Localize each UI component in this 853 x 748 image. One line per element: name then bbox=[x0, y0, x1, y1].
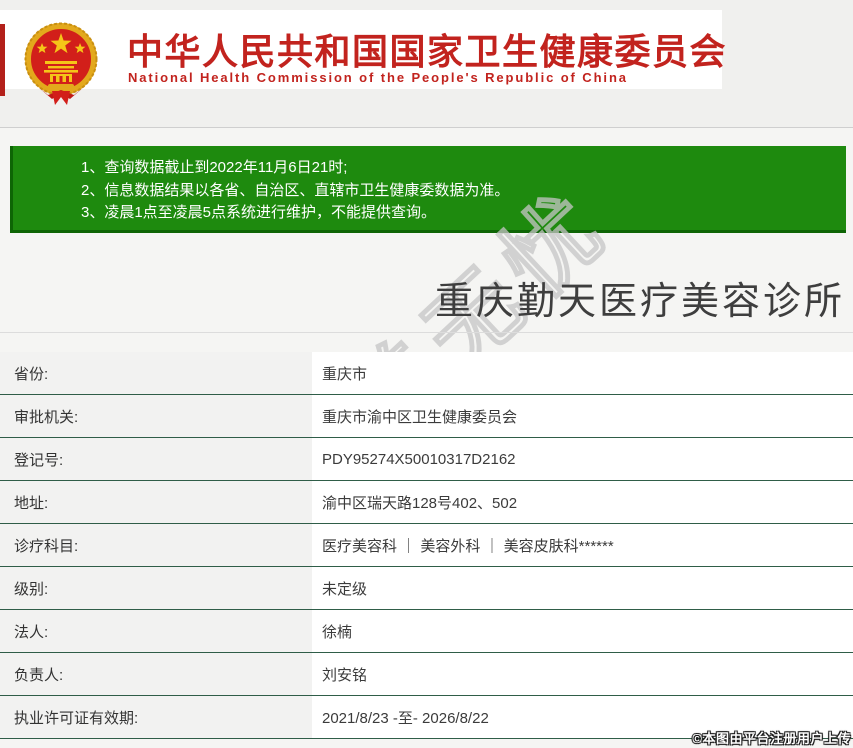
upload-credit-watermark: ©本图由平台注册用户上传 bbox=[692, 731, 851, 746]
site-title-en: National Health Commission of the People… bbox=[128, 70, 628, 85]
notice-line-3: 3、凌晨1点至凌晨5点系统进行维护，不能提供查询。 bbox=[81, 204, 437, 221]
field-label: 执业许可证有效期: bbox=[0, 696, 312, 738]
field-value: 重庆市渝中区卫生健康委员会 bbox=[312, 395, 853, 437]
field-value: 徐楠 bbox=[312, 610, 853, 652]
national-emblem-icon bbox=[8, 21, 114, 105]
field-value: 医疗美容科 ｜ 美容外科 ｜ 美容皮肤科****** bbox=[312, 524, 853, 566]
field-label: 诊疗科目: bbox=[0, 524, 312, 566]
field-value: PDY95274X50010317D2162 bbox=[312, 438, 853, 480]
notice-line-1: 1、查询数据截止到2022年11月6日21时; bbox=[81, 159, 348, 176]
field-label: 负责人: bbox=[0, 653, 312, 695]
field-label: 省份: bbox=[0, 352, 312, 394]
table-row-grade: 级别: 未定级 bbox=[0, 567, 853, 610]
table-row-legal-person: 法人: 徐楠 bbox=[0, 610, 853, 653]
institution-name-title: 重庆勤天医疗美容诊所 bbox=[434, 281, 845, 323]
notice-box: 1、查询数据截止到2022年11月6日21时; 2、信息数据结果以各省、自治区、… bbox=[10, 146, 846, 233]
table-row-address: 地址: 渝中区瑞天路128号402、502 bbox=[0, 481, 853, 524]
field-label: 地址: bbox=[0, 481, 312, 523]
field-label: 法人: bbox=[0, 610, 312, 652]
site-header: 中华人民共和国国家卫生健康委员会 National Health Commiss… bbox=[0, 10, 726, 105]
table-row-person-in-charge: 负责人: 刘安铭 bbox=[0, 653, 853, 696]
field-value: 重庆市 bbox=[312, 352, 853, 394]
field-value: 渝中区瑞天路128号402、502 bbox=[312, 481, 853, 523]
table-row-registration-number: 登记号: PDY95274X50010317D2162 bbox=[0, 438, 853, 481]
notice-line-2: 2、信息数据结果以各省、自治区、直辖市卫生健康委数据为准。 bbox=[81, 181, 510, 199]
table-row-clinical-departments: 诊疗科目: 医疗美容科 ｜ 美容外科 ｜ 美容皮肤科****** bbox=[0, 524, 853, 567]
field-label: 登记号: bbox=[0, 438, 312, 480]
table-row-province: 省份: 重庆市 bbox=[0, 352, 853, 395]
left-red-stripe bbox=[0, 24, 5, 96]
field-label: 级别: bbox=[0, 567, 312, 609]
field-label: 审批机关: bbox=[0, 395, 312, 437]
field-value: 刘安铭 bbox=[312, 653, 853, 695]
divider bbox=[0, 332, 853, 333]
site-title-cn: 中华人民共和国国家卫生健康委员会 bbox=[127, 31, 728, 72]
table-row-approval-authority: 审批机关: 重庆市渝中区卫生健康委员会 bbox=[0, 395, 853, 438]
field-value: 未定级 bbox=[312, 567, 853, 609]
page: 中华人民共和国国家卫生健康委员会 National Health Commiss… bbox=[0, 0, 853, 748]
institution-detail-table: 省份: 重庆市 审批机关: 重庆市渝中区卫生健康委员会 登记号: PDY9527… bbox=[0, 352, 853, 739]
